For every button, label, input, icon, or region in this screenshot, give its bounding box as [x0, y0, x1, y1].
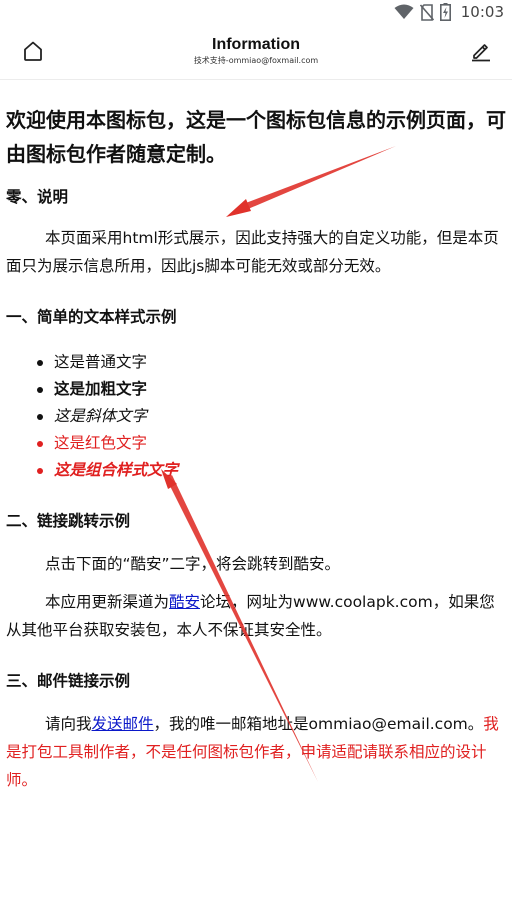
page-subtitle: 技术支持-ommiao@foxmail.com	[193, 56, 319, 65]
send-email-link[interactable]: 发送邮件	[92, 715, 154, 733]
app-title-block: Information 技术支持-ommiao@foxmail.com	[0, 36, 512, 67]
text-style-list: 这是普通文字 这是加粗文字 这是斜体文字 这是红色文字 这是组合样式文字	[6, 349, 506, 484]
edit-pencil-icon	[470, 40, 492, 66]
status-time: 10:03	[460, 3, 504, 21]
text-span: 本应用更新渠道为	[45, 593, 170, 611]
section-one-title: 一、简单的文本样式示例	[6, 308, 177, 326]
section-three-title: 三、邮件链接示例	[6, 672, 131, 690]
text-span: 请向我	[45, 715, 92, 733]
list-item-combined: 这是组合样式文字	[34, 457, 506, 484]
section-zero-title: 零、说明	[6, 188, 69, 206]
battery-charging-icon	[439, 3, 451, 21]
section-two-paragraph-1: 点击下面的“酷安”二字，将会跳转到酷安。	[45, 555, 341, 573]
list-item-red: 这是红色文字	[34, 430, 506, 457]
app-bar: Information 技术支持-ommiao@foxmail.com	[0, 24, 512, 80]
info-webview[interactable]: 欢迎使用本图标包，这是一个图标包信息的示例页面，可由图标包作者随意定制。 零、说…	[0, 103, 512, 794]
wifi-icon	[394, 4, 414, 20]
list-item-bold: 这是加粗文字	[34, 376, 506, 403]
edit-button[interactable]	[466, 38, 496, 68]
section-zero-text: 本页面采用html形式展示，因此支持强大的自定义功能，但是本页面只为展示信息所用…	[6, 229, 499, 275]
text-span: ，我的唯一邮箱地址是ommiao@email.com。	[153, 715, 484, 733]
section-three-paragraph: 请向我发送邮件，我的唯一邮箱地址是ommiao@email.com。我是打包工具…	[6, 710, 506, 794]
status-bar: 10:03	[0, 0, 512, 24]
list-item-italic: 这是斜体文字	[34, 403, 506, 430]
list-item-normal: 这是普通文字	[34, 349, 506, 376]
page-title: Information	[212, 36, 300, 53]
section-two-paragraph-2: 本应用更新渠道为酷安论坛，网址为www.coolapk.com，如果您从其他平台…	[6, 588, 506, 644]
no-sim-icon	[419, 3, 434, 21]
welcome-heading: 欢迎使用本图标包，这是一个图标包信息的示例页面，可由图标包作者随意定制。	[6, 108, 506, 166]
section-two-title: 二、链接跳转示例	[6, 512, 131, 530]
coolapk-link[interactable]: 酷安	[169, 593, 200, 611]
